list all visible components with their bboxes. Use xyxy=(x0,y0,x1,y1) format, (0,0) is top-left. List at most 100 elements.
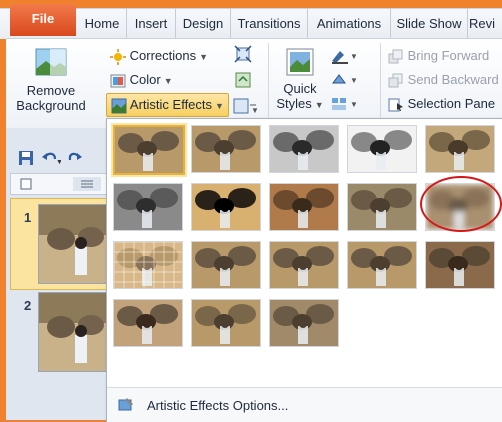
effect-preview-image xyxy=(192,126,260,172)
effect-preview-image xyxy=(348,126,416,172)
send-backward-button[interactable]: Send Backward xyxy=(388,69,499,91)
donkeys-photo-image xyxy=(39,293,109,371)
artistic-effect-thumbnail[interactable] xyxy=(347,125,417,173)
effect-preview-image xyxy=(270,242,338,288)
tab-file[interactable]: File xyxy=(10,4,76,36)
artistic-effect-thumbnail[interactable] xyxy=(113,125,185,175)
effect-preview-image xyxy=(192,300,260,346)
slide-number: 2 xyxy=(24,298,32,313)
remove-background-button[interactable]: Remove Background xyxy=(12,45,90,113)
slides-tab-icon[interactable] xyxy=(19,177,33,191)
corrections-label: Corrections xyxy=(129,48,197,63)
reset-picture-icon[interactable]: ▼ xyxy=(232,97,258,115)
effects-options-label: Artistic Effects Options... xyxy=(147,398,289,413)
send-backward-icon xyxy=(388,73,403,88)
selection-pane-button[interactable]: Selection Pane xyxy=(388,93,495,115)
artistic-effects-label: Artistic Effects xyxy=(129,97,213,112)
effect-preview-image xyxy=(270,300,338,346)
bring-forward-button[interactable]: Bring Forward xyxy=(388,45,489,67)
effect-preview-image xyxy=(426,242,494,288)
artistic-effect-thumbnail[interactable] xyxy=(191,125,261,173)
donkeys-photo-image xyxy=(39,205,109,283)
tab-slide-show[interactable]: Slide Show xyxy=(391,9,468,39)
remove-background-label-2: Background xyxy=(16,98,86,113)
artistic-effects-gallery: Artistic Effects Options... xyxy=(106,118,502,422)
slide-thumbnail[interactable] xyxy=(38,204,110,284)
svg-text:▼: ▼ xyxy=(251,106,258,115)
artistic-effect-thumbnail[interactable] xyxy=(425,125,495,173)
effect-preview-image xyxy=(114,242,182,288)
tab-insert[interactable]: Insert xyxy=(127,9,176,39)
chevron-down-icon: ▼ xyxy=(215,101,224,111)
color-palette-icon xyxy=(110,74,126,88)
app-window: Home Insert Design Transitions Animation… xyxy=(0,0,502,422)
artistic-effect-thumbnail[interactable] xyxy=(113,299,183,347)
artistic-effects-icon xyxy=(111,98,127,114)
quick-styles-button[interactable]: Quick Styles ▼ xyxy=(276,45,324,111)
effect-preview-image xyxy=(115,127,183,173)
selection-pane-icon xyxy=(388,98,403,112)
effect-preview-image xyxy=(114,300,182,346)
artistic-effect-thumbnail[interactable] xyxy=(347,183,417,231)
artistic-effect-thumbnail[interactable] xyxy=(269,125,339,173)
effects-options-icon xyxy=(118,398,133,411)
artistic-effect-thumbnail[interactable] xyxy=(347,241,417,289)
picture-border-icon[interactable]: ▼ xyxy=(330,47,360,65)
remove-background-icon xyxy=(35,48,67,76)
tab-design[interactable]: Design xyxy=(176,9,231,39)
artistic-effect-thumbnail[interactable] xyxy=(269,299,339,347)
effect-preview-image xyxy=(348,242,416,288)
bring-forward-icon xyxy=(388,49,403,64)
color-button[interactable]: Color ▼ xyxy=(110,69,173,91)
effect-preview-image xyxy=(192,242,260,288)
effect-preview-image xyxy=(192,184,260,230)
change-picture-icon[interactable] xyxy=(234,71,252,89)
svg-text:▼: ▼ xyxy=(350,100,358,109)
chevron-down-icon: ▼ xyxy=(199,52,209,62)
slide-thumbnail[interactable] xyxy=(38,292,110,372)
corrections-button[interactable]: Corrections ▼ xyxy=(110,45,208,67)
redo-icon[interactable] xyxy=(67,150,83,166)
color-label: Color xyxy=(129,72,161,87)
sun-icon xyxy=(110,48,126,65)
effect-preview-image xyxy=(270,184,338,230)
artistic-effect-thumbnail[interactable] xyxy=(269,183,339,231)
svg-text:▼: ▼ xyxy=(56,159,61,166)
picture-effects-icon[interactable]: ▼ xyxy=(330,71,360,89)
selection-pane-label: Selection Pane xyxy=(407,96,496,111)
undo-icon[interactable]: ▼ xyxy=(41,150,61,166)
artistic-effect-thumbnail[interactable] xyxy=(113,183,183,231)
tab-home[interactable]: Home xyxy=(78,9,127,39)
effect-preview-image xyxy=(348,184,416,230)
artistic-effects-options-item[interactable]: Artistic Effects Options... xyxy=(107,387,502,422)
artistic-effect-thumbnail[interactable] xyxy=(425,241,495,289)
artistic-effect-thumbnail[interactable] xyxy=(425,183,495,231)
tab-review[interactable]: Revi xyxy=(469,9,502,39)
bring-forward-label: Bring Forward xyxy=(407,48,490,63)
artistic-effect-thumbnail[interactable] xyxy=(191,299,261,347)
quick-styles-icon xyxy=(286,48,314,76)
tab-transitions[interactable]: Transitions xyxy=(231,9,308,39)
tab-animations[interactable]: Animations xyxy=(308,9,391,39)
send-backward-label: Send Backward xyxy=(407,72,499,87)
artistic-effect-thumbnail[interactable] xyxy=(269,241,339,289)
slides-outline-tabs xyxy=(10,173,108,195)
effect-preview-image xyxy=(426,184,494,230)
artistic-effect-thumbnail[interactable] xyxy=(113,241,183,289)
save-icon[interactable] xyxy=(18,150,34,166)
quick-styles-label-2: Styles ▼ xyxy=(276,96,324,111)
picture-layout-icon[interactable]: ▼ xyxy=(330,95,360,113)
ribbon: Remove Background Corrections ▼ Color ▼ Ar… xyxy=(6,38,502,129)
svg-text:▼: ▼ xyxy=(350,52,358,61)
quick-styles-label-1: Quick xyxy=(283,81,317,96)
svg-text:▼: ▼ xyxy=(350,76,358,85)
artistic-effect-thumbnail[interactable] xyxy=(191,241,261,289)
effect-preview-image xyxy=(114,184,182,230)
artistic-effect-thumbnail[interactable] xyxy=(191,183,261,231)
effect-preview-image xyxy=(426,126,494,172)
compress-pictures-icon[interactable] xyxy=(234,45,252,63)
outline-tab-icon[interactable] xyxy=(73,177,101,191)
effect-preview-image xyxy=(270,126,338,172)
quick-access-toolbar: ▼ xyxy=(6,147,83,169)
artistic-effects-button[interactable]: Artistic Effects ▼ xyxy=(106,93,229,117)
